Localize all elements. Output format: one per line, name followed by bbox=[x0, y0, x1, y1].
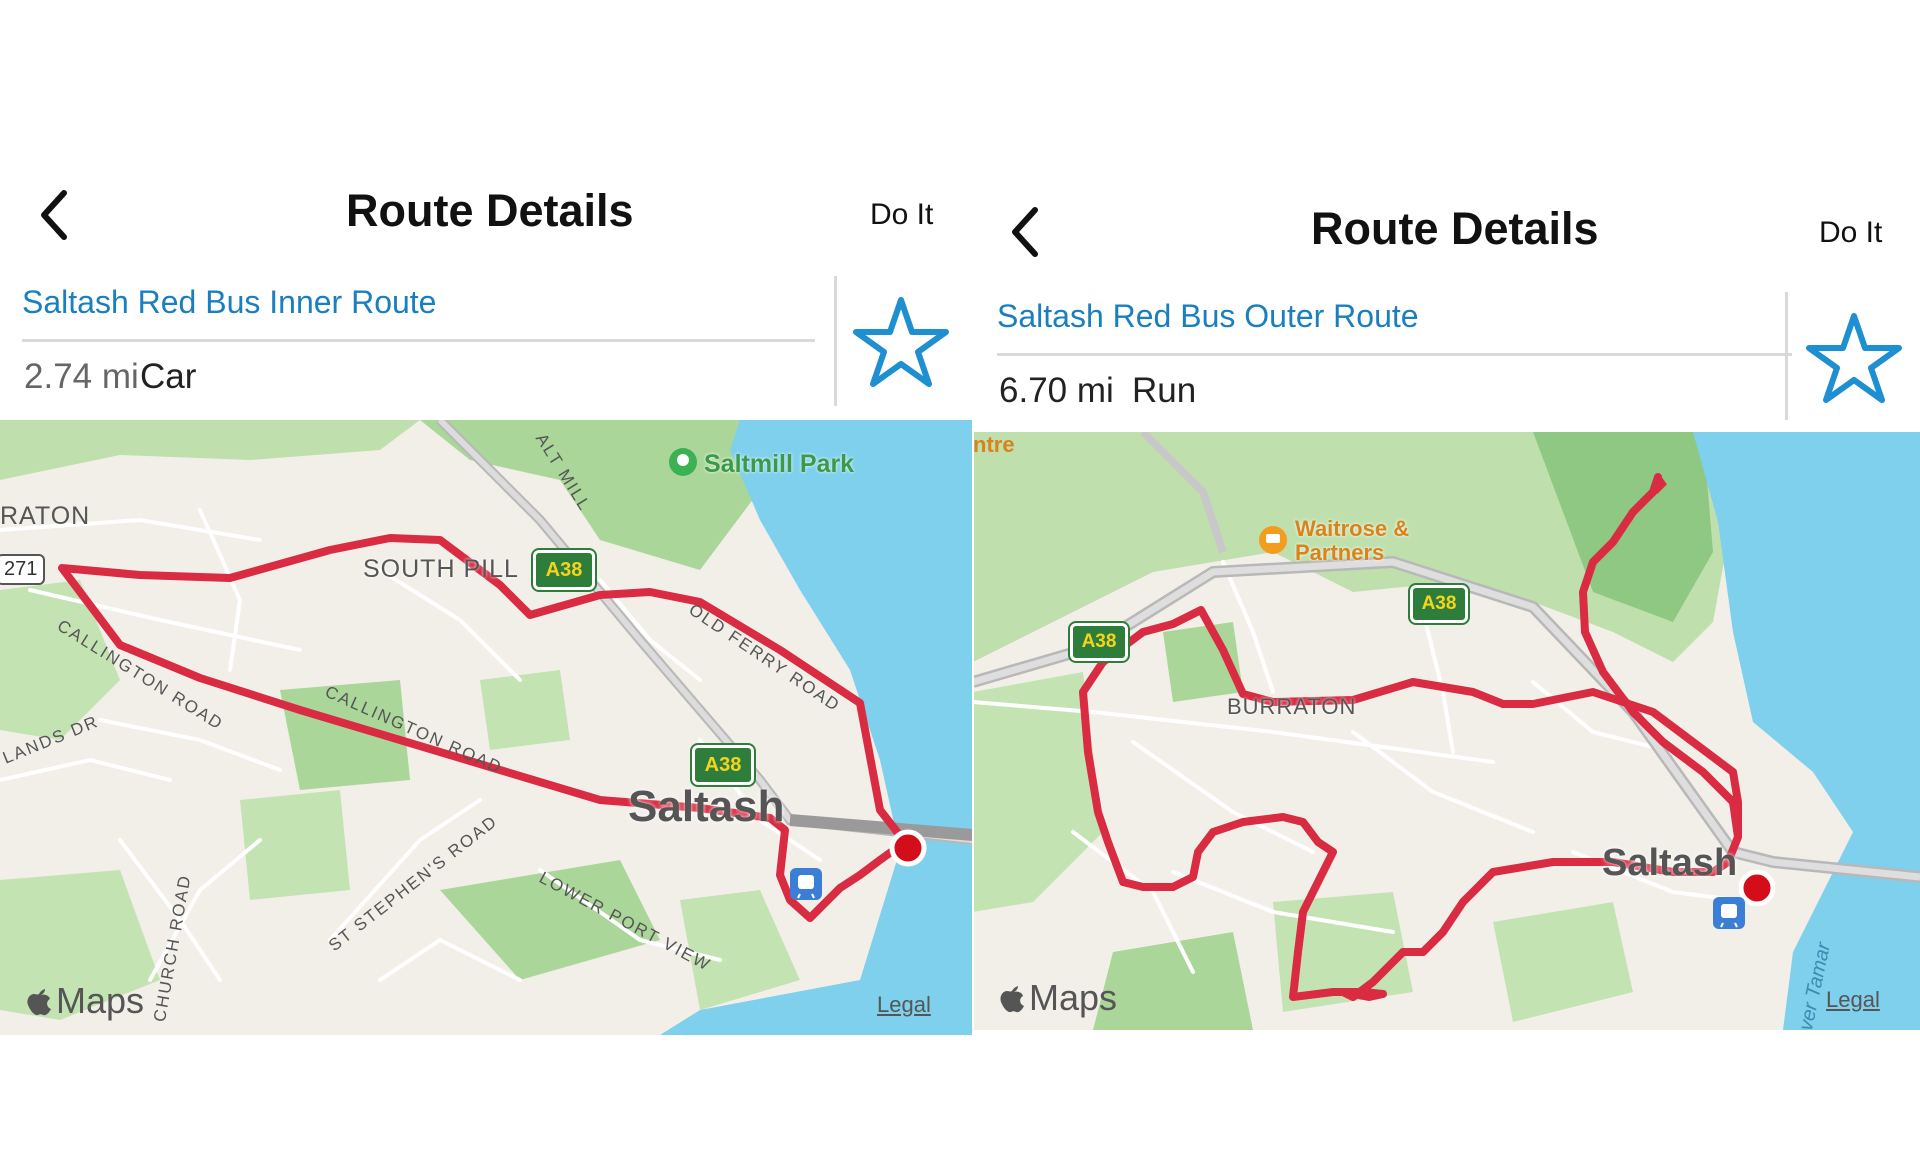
route-mode: Run bbox=[1132, 371, 1197, 410]
area-label: RATON bbox=[0, 502, 91, 530]
left-route-panel: Route Details Do It Saltash Red Bus Inne… bbox=[0, 0, 973, 1150]
apple-logo-icon bbox=[1000, 986, 1024, 1013]
divider bbox=[22, 339, 815, 342]
do-it-button[interactable]: Do It bbox=[1819, 216, 1882, 250]
do-it-button[interactable]: Do It bbox=[870, 198, 933, 232]
back-chevron-icon[interactable] bbox=[34, 185, 74, 245]
poi-label: Waitrose & bbox=[1295, 516, 1410, 541]
favorite-star-icon[interactable] bbox=[1806, 312, 1902, 404]
route-map[interactable]: Saltash BURRATON Waitrose & Partners ver… bbox=[973, 432, 1920, 1030]
back-chevron-icon[interactable] bbox=[1005, 202, 1045, 262]
route-map[interactable]: Saltash SOUTH PILL RATON Saltmill Park C… bbox=[0, 420, 973, 1035]
right-route-panel: Route Details Do It Saltash Red Bus Oute… bbox=[973, 0, 1920, 1150]
panel-divider bbox=[972, 420, 974, 1035]
vertical-divider bbox=[834, 276, 837, 406]
area-label: BURRATON bbox=[1227, 694, 1357, 719]
page-title: Route Details bbox=[346, 185, 634, 236]
page-title: Route Details bbox=[1311, 203, 1599, 254]
maps-brand-label: Maps bbox=[1029, 977, 1118, 1018]
a38-road-shield: A38 bbox=[1408, 583, 1470, 625]
vertical-divider bbox=[1785, 292, 1788, 420]
maps-brand: Maps bbox=[26, 980, 144, 1022]
legal-link[interactable]: Legal bbox=[1826, 987, 1880, 1013]
a38-road-shield: A38 bbox=[1068, 621, 1130, 663]
edge-label: ntre bbox=[973, 432, 1015, 457]
route-name-link[interactable]: Saltash Red Bus Inner Route bbox=[22, 284, 436, 321]
area-label: SOUTH PILL bbox=[363, 555, 519, 583]
town-label: Saltash bbox=[628, 782, 785, 831]
a38-road-shield: A38 bbox=[531, 548, 597, 592]
park-label: Saltmill Park bbox=[704, 450, 855, 478]
town-label: Saltash bbox=[1602, 842, 1738, 884]
a38-road-shield: A38 bbox=[690, 743, 756, 787]
poi-label: Partners bbox=[1295, 540, 1385, 565]
maps-brand-label: Maps bbox=[56, 980, 145, 1021]
apple-logo-icon bbox=[27, 989, 51, 1016]
favorite-star-icon[interactable] bbox=[853, 296, 949, 388]
road-shield: 271 bbox=[0, 554, 46, 585]
legal-link[interactable]: Legal bbox=[877, 992, 931, 1018]
route-name-link[interactable]: Saltash Red Bus Outer Route bbox=[997, 298, 1419, 335]
route-distance: 2.74 mi bbox=[24, 357, 139, 396]
route-distance: 6.70 mi bbox=[999, 371, 1114, 410]
route-mode: Car bbox=[140, 357, 197, 396]
maps-brand: Maps bbox=[999, 977, 1117, 1019]
divider bbox=[997, 353, 1792, 356]
